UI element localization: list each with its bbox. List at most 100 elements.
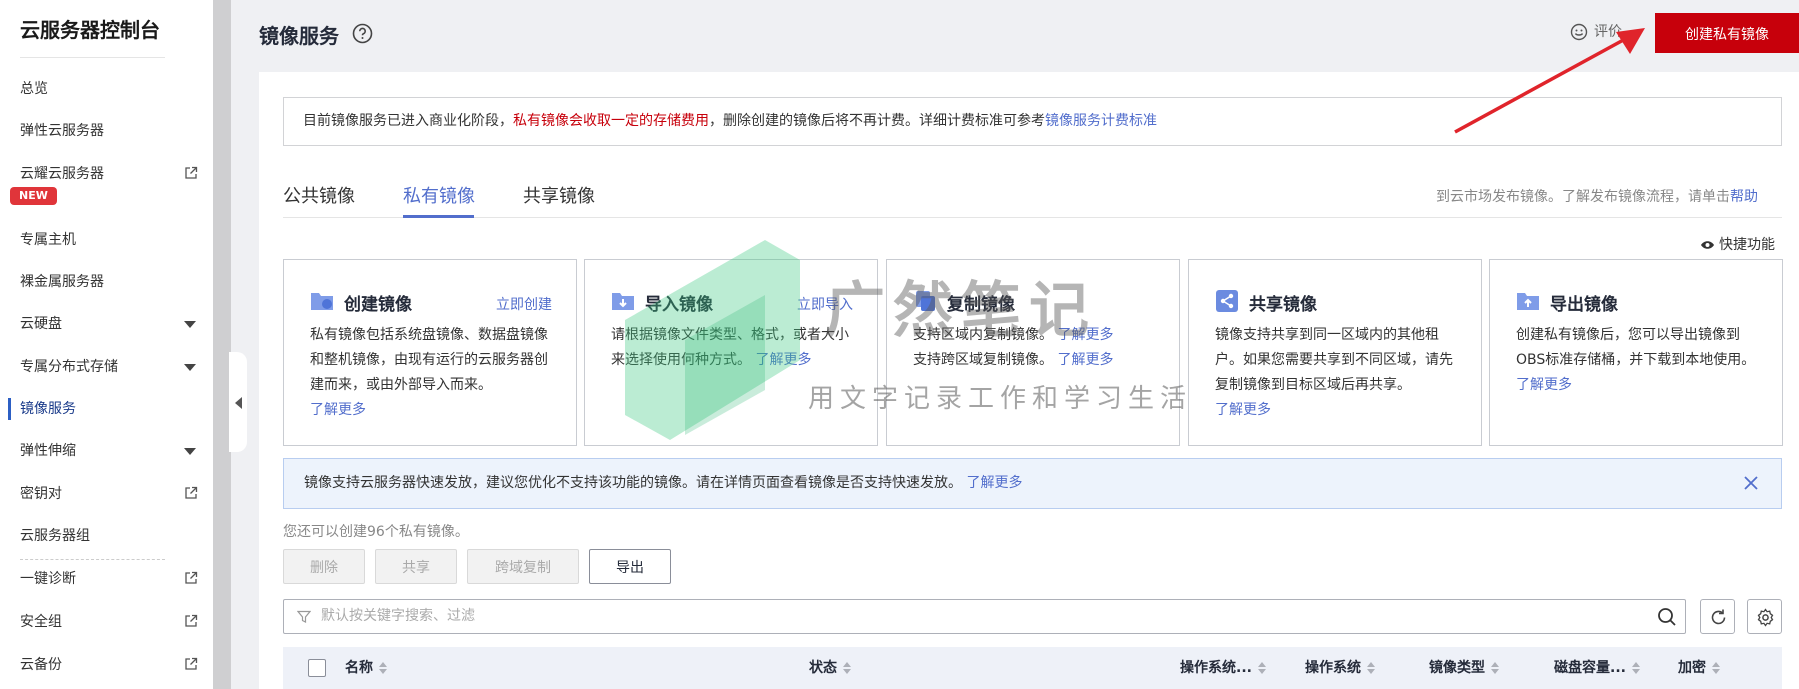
- fast-provision-info: 镜像支持云服务器快速发放，建议您优化不支持该功能的镜像。请在详情页面查看镜像是否…: [283, 458, 1782, 509]
- sidebar-item-label: 云硬盘: [20, 316, 62, 332]
- sidebar-item-autoscaling[interactable]: 弹性伸缩: [20, 440, 198, 462]
- feature-desc-text: 支持跨区域复制镜像。: [913, 352, 1053, 368]
- help-icon[interactable]: [352, 23, 373, 44]
- notice-text: ，删除创建的镜像后将不再计费。详细计费标准可参考: [709, 113, 1045, 129]
- feature-title: 导出镜像: [1550, 295, 1618, 315]
- table-header: 名称 状态 操作系统... 操作系统 镜像类型 磁盘容量... 加密: [283, 647, 1782, 689]
- caret-down-icon: [184, 448, 196, 455]
- learn-more-link[interactable]: 了解更多: [1516, 377, 1572, 393]
- export-button[interactable]: 导出: [589, 549, 671, 584]
- search-box[interactable]: 默认按关键字搜索、过滤: [283, 599, 1686, 634]
- close-icon[interactable]: [1743, 475, 1759, 491]
- marketplace-hint: 到云市场发布镜像。了解发布镜像流程，请单击帮助: [1436, 186, 1758, 206]
- learn-more-link[interactable]: 了解更多: [1215, 402, 1271, 418]
- sidebar-item-security-group[interactable]: 安全组: [20, 611, 198, 633]
- annotation-arrow-icon: [1454, 28, 1645, 134]
- sort-icon: [1631, 662, 1640, 674]
- column-header-os-type[interactable]: 操作系统...: [1180, 647, 1266, 689]
- info-text: 镜像支持云服务器快速发放，建议您优化不支持该功能的镜像。请在详情页面查看镜像是否…: [304, 475, 962, 491]
- shortcut-label: 快捷功能: [1719, 237, 1775, 253]
- sidebar-item-keypair[interactable]: 密钥对: [20, 483, 198, 505]
- page-title: 镜像服务: [259, 24, 339, 48]
- column-header-status[interactable]: 状态: [809, 647, 851, 689]
- export-icon: [1517, 293, 1539, 310]
- tab-shared-images[interactable]: 共享镜像: [523, 182, 595, 208]
- create-private-image-button[interactable]: 创建私有镜像: [1655, 13, 1799, 53]
- sidebar-item-dedicated-host[interactable]: 专属主机: [20, 229, 198, 251]
- external-link-icon: [185, 166, 198, 179]
- marketplace-text: 到云市场发布镜像。了解发布镜像流程，请单击: [1436, 189, 1730, 205]
- learn-more-link[interactable]: 了解更多: [966, 475, 1022, 491]
- feature-title: 共享镜像: [1249, 295, 1317, 315]
- feature-card-create: 创建镜像 立即创建 私有镜像包括系统盘镜像、数据盘镜像和整机镜像，由现有运行的云…: [283, 259, 577, 446]
- sidebar-item-label: 安全组: [20, 614, 62, 630]
- caret-down-icon: [184, 321, 196, 328]
- sidebar-item-backup[interactable]: 云备份: [20, 654, 198, 676]
- billing-standard-link[interactable]: 镜像服务计费标准: [1045, 113, 1157, 129]
- column-header-name[interactable]: 名称: [345, 647, 387, 689]
- feature-description: 创建私有镜像后，您可以导出镜像到OBS标准存储桶，并下载到本地使用。 了解更多: [1516, 323, 1766, 398]
- refresh-button[interactable]: [1700, 599, 1735, 634]
- sidebar-item-evs[interactable]: 云硬盘: [20, 313, 198, 335]
- feature-title: 创建镜像: [344, 295, 412, 315]
- sidebar-item-flexus[interactable]: 云耀云服务器: [20, 163, 198, 185]
- sidebar-item-label: 云耀云服务器: [20, 166, 104, 182]
- sidebar-item-label: 一键诊断: [20, 571, 76, 587]
- column-header-disk-capacity[interactable]: 磁盘容量...: [1554, 647, 1640, 689]
- feature-desc-text: 创建私有镜像后，您可以导出镜像到OBS标准存储桶，并下载到本地使用。: [1516, 327, 1756, 368]
- search-input[interactable]: 默认按关键字搜索、过滤: [321, 600, 475, 633]
- folder-image-icon: [311, 293, 333, 310]
- share-icon: [1216, 290, 1238, 312]
- sidebar-item-dss[interactable]: 专属分布式存储: [20, 356, 198, 378]
- sidebar-item-server-group[interactable]: 云服务器组: [20, 525, 198, 547]
- tab-private-images[interactable]: 私有镜像: [403, 182, 475, 208]
- filter-icon: [297, 610, 311, 623]
- cross-region-copy-button[interactable]: 跨域复制: [467, 549, 579, 584]
- sort-icon: [379, 662, 387, 674]
- column-label: 操作系统...: [1180, 660, 1252, 676]
- shortcut-toggle[interactable]: 快捷功能: [1700, 234, 1775, 254]
- column-label: 状态: [809, 660, 837, 676]
- sidebar-item-overview[interactable]: 总览: [20, 78, 198, 100]
- sidebar-item-label: 弹性伸缩: [20, 443, 76, 459]
- column-label: 磁盘容量...: [1554, 660, 1626, 676]
- feature-description: 私有镜像包括系统盘镜像、数据盘镜像和整机镜像，由现有运行的云服务器创建而来，或由…: [310, 323, 560, 423]
- column-label: 操作系统: [1305, 660, 1361, 676]
- settings-button[interactable]: [1747, 599, 1782, 634]
- learn-more-link[interactable]: 了解更多: [1057, 352, 1113, 368]
- eye-icon: [1701, 241, 1714, 249]
- column-header-encryption[interactable]: 加密: [1678, 647, 1720, 689]
- notice-highlight: 私有镜像会收取一定的存储费用: [513, 113, 709, 129]
- divider: [20, 559, 165, 560]
- select-all-checkbox[interactable]: [308, 659, 326, 677]
- divider: [20, 57, 165, 58]
- feature-card-export: 导出镜像 创建私有镜像后，您可以导出镜像到OBS标准存储桶，并下载到本地使用。 …: [1489, 259, 1783, 446]
- sort-icon: [1491, 662, 1499, 674]
- create-now-link[interactable]: 立即创建: [496, 294, 552, 314]
- active-indicator: [8, 398, 11, 420]
- external-link-icon: [185, 657, 198, 670]
- watermark-subtitle: 用文字记录工作和学习生活: [808, 384, 1193, 414]
- feature-desc-text: 私有镜像包括系统盘镜像、数据盘镜像和整机镜像，由现有运行的云服务器创建而来，或由…: [310, 327, 548, 393]
- sidebar-scrollbar[interactable]: [213, 0, 231, 689]
- tab-public-images[interactable]: 公共镜像: [283, 182, 355, 208]
- share-button[interactable]: 共享: [375, 549, 457, 584]
- watermark-logo-icon: [625, 240, 800, 440]
- column-label: 镜像类型: [1429, 660, 1485, 676]
- column-label: 加密: [1678, 660, 1706, 676]
- sidebar: 云服务器控制台 总览 弹性云服务器 云耀云服务器 NEW 专属主机 裸金属服务器…: [0, 0, 198, 689]
- sidebar-item-ecs[interactable]: 弹性云服务器: [20, 120, 198, 142]
- feature-desc-text: 镜像支持共享到同一区域内的其他租户。如果您需要共享到不同区域，请先复制镜像到目标…: [1215, 327, 1453, 393]
- learn-more-link[interactable]: 了解更多: [310, 402, 366, 418]
- sidebar-item-label: 云备份: [20, 657, 62, 673]
- search-icon[interactable]: [1657, 607, 1677, 627]
- help-link[interactable]: 帮助: [1730, 189, 1758, 205]
- notice-text: 目前镜像服务已进入商业化阶段，: [303, 113, 513, 129]
- column-header-image-type[interactable]: 镜像类型: [1429, 647, 1499, 689]
- column-header-os[interactable]: 操作系统: [1305, 647, 1375, 689]
- delete-button[interactable]: 删除: [283, 549, 365, 584]
- console-title: 云服务器控制台: [20, 18, 160, 42]
- sidebar-item-diagnosis[interactable]: 一键诊断: [20, 568, 198, 590]
- sidebar-item-bms[interactable]: 裸金属服务器: [20, 271, 198, 293]
- sidebar-item-ims[interactable]: 镜像服务: [20, 398, 198, 420]
